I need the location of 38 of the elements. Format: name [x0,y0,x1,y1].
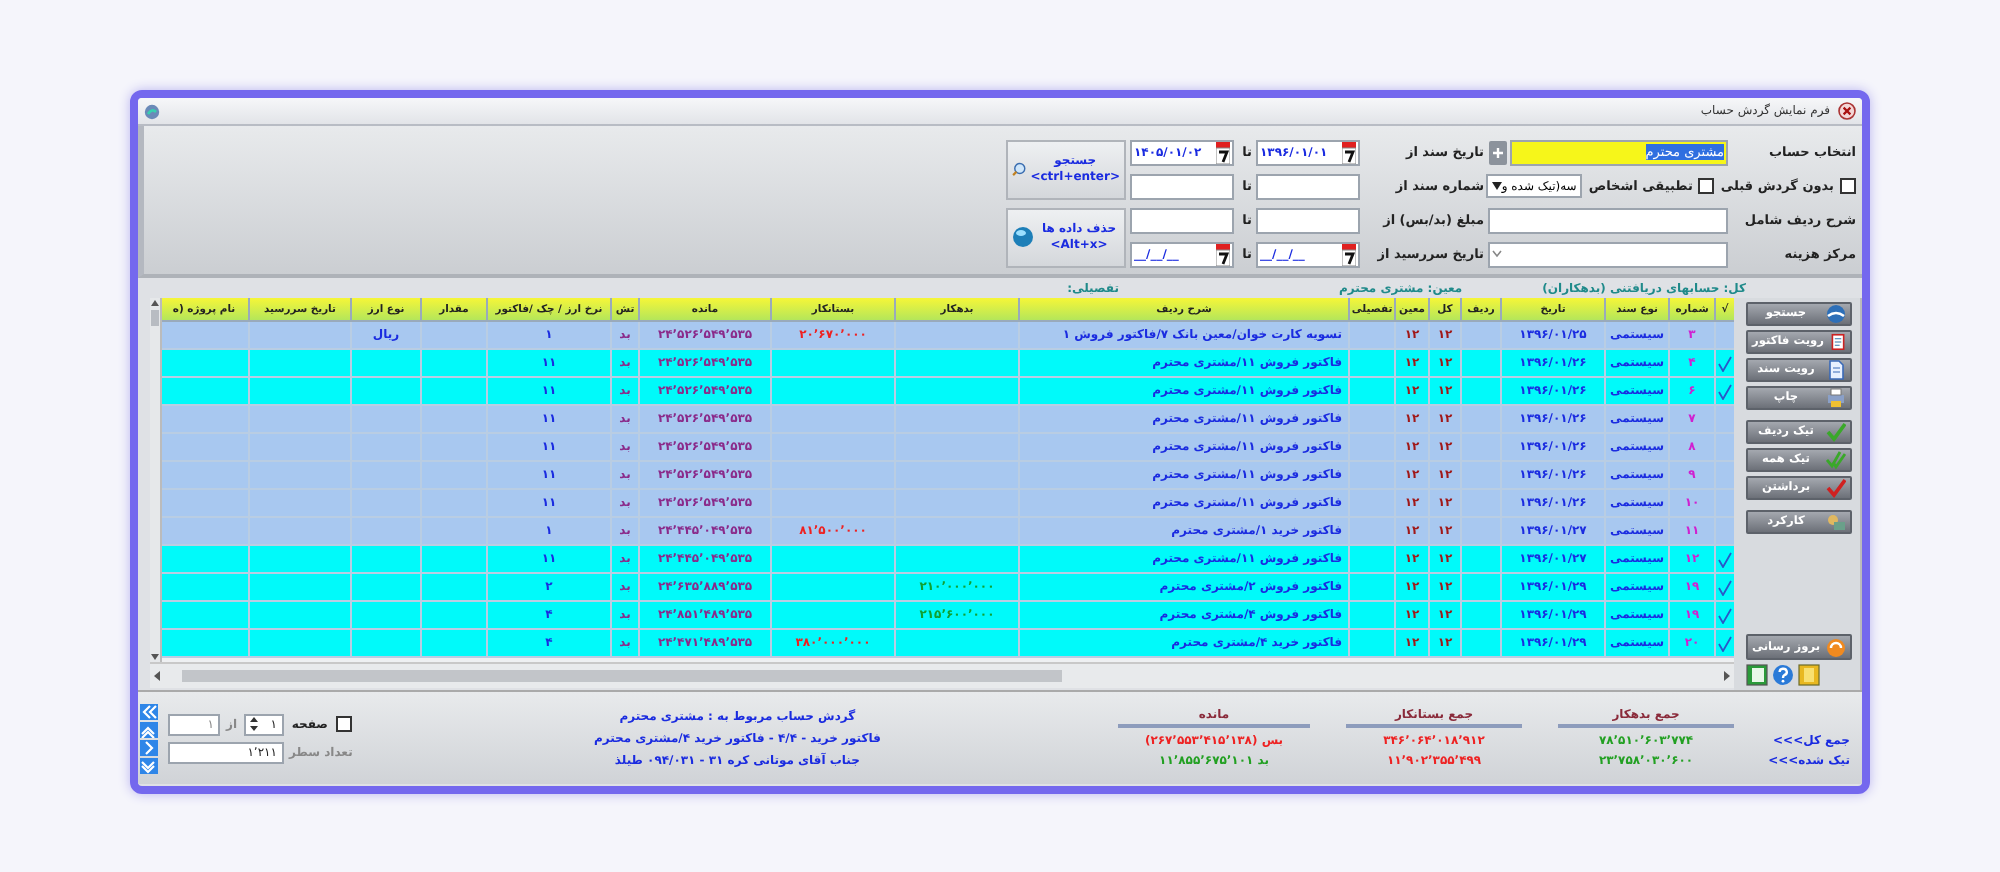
calendar-icon[interactable] [1342,141,1356,163]
check-icon [1826,422,1846,442]
chevron-down-icon [1492,250,1502,258]
amount-field[interactable] [1256,207,1360,233]
app-icon [144,103,160,119]
next-icon[interactable] [140,739,158,755]
help-icon[interactable] [1772,664,1794,686]
check-icon [1826,478,1846,498]
printer-icon [1826,388,1846,408]
number-field[interactable] [1130,173,1234,199]
scroll-left-icon[interactable] [150,670,162,682]
checkbox[interactable] [1840,178,1856,194]
sphere-icon [1012,226,1034,248]
cost-center-dropdown[interactable] [1488,241,1728,267]
note-icon[interactable] [1798,664,1820,686]
calendar-icon[interactable] [1216,243,1230,265]
calendar-icon[interactable] [1216,141,1230,163]
number-field[interactable] [1256,173,1360,199]
document-icon [1829,332,1846,352]
spreadsheet-icon[interactable] [1746,664,1768,686]
add-button[interactable] [1488,139,1508,165]
up-icon[interactable] [140,721,158,737]
document-icon [1826,360,1846,380]
refresh-icon [1826,637,1846,657]
calendar-icon[interactable] [1342,243,1356,265]
amount-field[interactable] [1130,207,1234,233]
description-field[interactable] [1488,207,1728,233]
down-icon[interactable] [140,757,158,773]
scroll-up-icon[interactable] [150,298,160,308]
close-icon[interactable] [1838,102,1856,120]
globe-icon [1826,304,1846,324]
first-page-icon[interactable] [140,703,158,719]
checkbox[interactable] [1698,178,1715,194]
scroll-right-icon[interactable] [1722,670,1734,682]
dropdown-arrow-icon [1491,182,1502,190]
double-check-icon [1826,450,1846,470]
spinner-arrows-icon [249,716,258,732]
checkbox[interactable] [336,716,353,732]
